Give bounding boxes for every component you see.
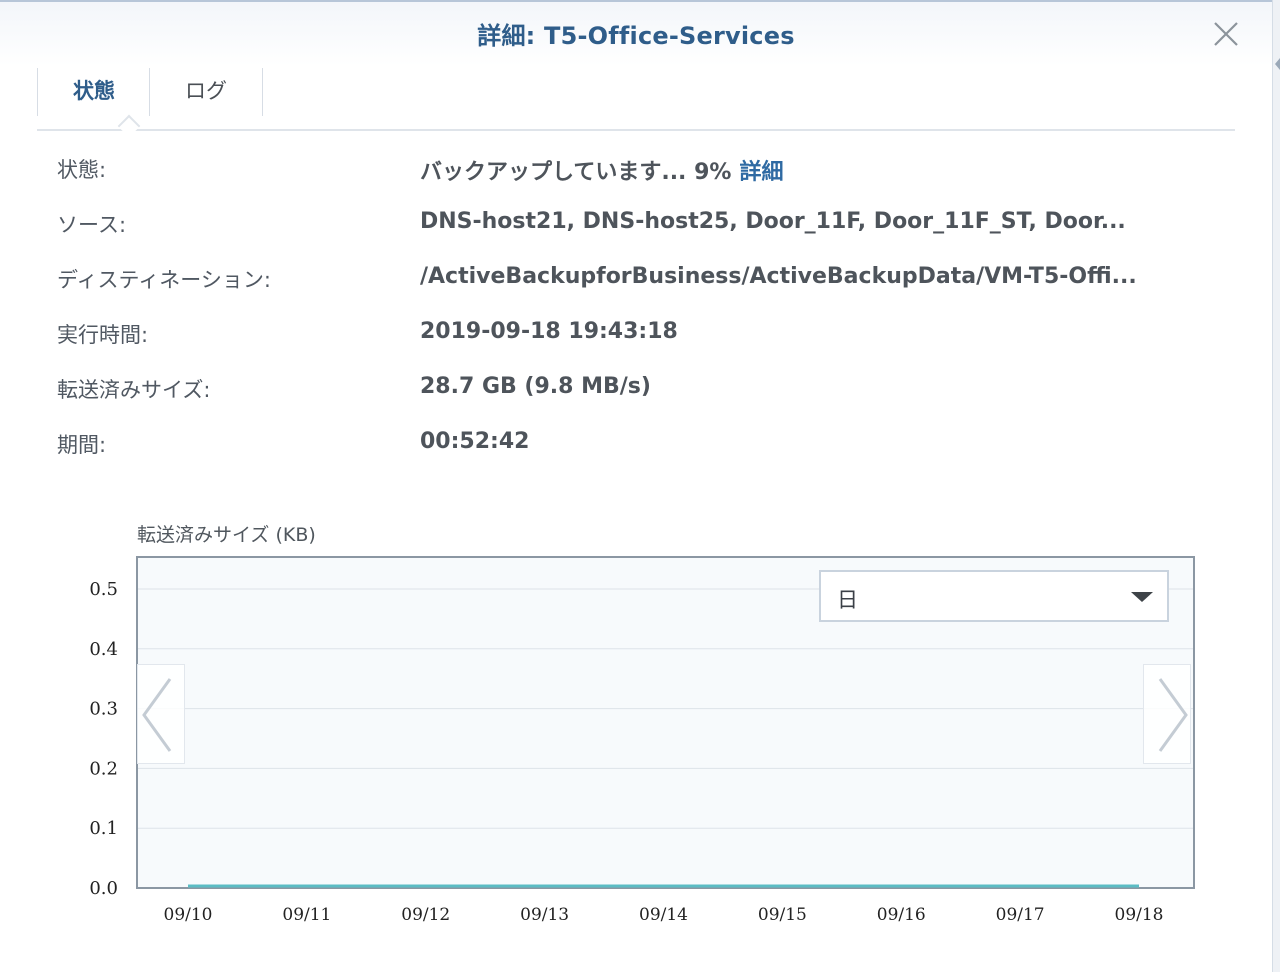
status-value: バックアップしています... 9% <box>420 160 732 185</box>
x-tick-label: 09/15 <box>758 905 807 925</box>
status-label: 状態: <box>57 158 107 182</box>
prev-period-button[interactable] <box>137 664 185 764</box>
active-tab-indicator <box>117 114 141 138</box>
y-tick-label: 0.4 <box>89 639 118 660</box>
y-tick-label: 0.0 <box>89 878 118 899</box>
tab-log[interactable]: ログ <box>149 68 263 116</box>
run-time-value: 2019-09-18 19:43:18 <box>420 319 678 344</box>
window-edge <box>1272 0 1280 972</box>
status-value-wrap: バックアップしています... 9% 詳細 <box>420 154 1212 186</box>
duration-label: 期間: <box>57 433 107 457</box>
x-tick-label: 09/16 <box>877 905 926 925</box>
y-tick-label: 0.1 <box>89 818 118 839</box>
chevron-left-icon <box>142 678 172 752</box>
status-detail-link[interactable]: 詳細 <box>739 160 783 185</box>
destination-value: /ActiveBackupforBusiness/ActiveBackupDat… <box>420 264 1137 289</box>
x-tick-label: 09/10 <box>164 905 213 925</box>
destination-label: ディスティネーション: <box>57 268 271 292</box>
run-time-row: 実行時間: 2019-09-18 19:43:18 <box>0 319 1272 359</box>
source-value: DNS-host21, DNS-host25, Door_11F, Door_1… <box>420 209 1126 234</box>
x-tick-label: 09/13 <box>520 905 569 925</box>
title-bar: 詳細: T5-Office-Services <box>0 2 1272 66</box>
y-tick-label: 0.3 <box>89 699 118 720</box>
edge-arrow-icon <box>1275 58 1280 70</box>
source-row: ソース: DNS-host21, DNS-host25, Door_11F, D… <box>0 209 1272 249</box>
duration-row: 期間: 00:52:42 <box>0 429 1272 469</box>
next-period-button[interactable] <box>1143 664 1191 764</box>
destination-row: ディスティネーション: /ActiveBackupforBusiness/Act… <box>0 264 1272 304</box>
duration-value: 00:52:42 <box>420 429 530 454</box>
range-select[interactable]: 日 <box>819 570 1169 622</box>
x-tick-label: 09/18 <box>1115 905 1164 925</box>
y-tick-label: 0.5 <box>89 579 118 600</box>
transferred-value: 28.7 GB (9.8 MB/s) <box>420 374 651 399</box>
run-time-label: 実行時間: <box>57 323 149 347</box>
x-tick-label: 09/14 <box>639 905 688 925</box>
x-tick-label: 09/11 <box>282 905 331 925</box>
transferred-label: 転送済みサイズ: <box>57 378 211 402</box>
close-icon[interactable] <box>1212 20 1240 48</box>
details-dialog: 詳細: T5-Office-Services 状態 ログ 状態: バックアップし… <box>0 0 1272 972</box>
y-tick-label: 0.2 <box>89 758 118 779</box>
chevron-right-icon <box>1158 678 1188 752</box>
tab-status[interactable]: 状態 <box>37 68 150 116</box>
caret-down-icon <box>1131 592 1153 602</box>
transferred-row: 転送済みサイズ: 28.7 GB (9.8 MB/s) <box>0 374 1272 414</box>
x-tick-label: 09/17 <box>996 905 1045 925</box>
source-label: ソース: <box>57 213 127 237</box>
x-tick-label: 09/12 <box>401 905 450 925</box>
range-select-value: 日 <box>837 588 858 612</box>
status-row: 状態: バックアップしています... 9% 詳細 <box>0 154 1272 194</box>
tab-bar: 状態 ログ <box>37 68 1235 138</box>
dialog-title: 詳細: T5-Office-Services <box>477 22 795 50</box>
